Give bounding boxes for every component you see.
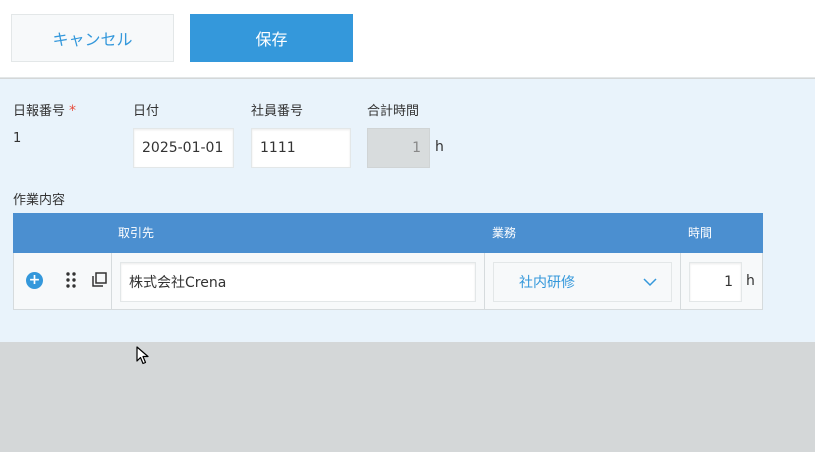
mouse-pointer-icon: [136, 346, 150, 366]
required-mark: *: [69, 103, 77, 119]
column-header-client: 取引先: [118, 226, 155, 240]
report-number-label: 日報番号 *: [13, 100, 76, 119]
toolbar: キャンセル 保存: [0, 0, 815, 78]
copy-row-icon[interactable]: [91, 271, 107, 287]
row-hours-unit: h: [746, 273, 755, 289]
cell-divider: [680, 253, 681, 309]
chevron-down-icon: [643, 275, 657, 289]
record-form: 日報番号* 1 日付 社員番号 合計時間 h 作業内容 取引先 業務 時間 +: [0, 79, 815, 342]
employee-number-label: 社員番号: [251, 104, 304, 119]
client-input[interactable]: [120, 262, 476, 302]
column-header-task: 業務: [492, 226, 517, 240]
date-label: 日付: [133, 104, 160, 119]
cell-divider: [111, 253, 112, 309]
employee-number-input[interactable]: [251, 128, 351, 168]
date-input[interactable]: [133, 128, 234, 168]
drag-handle-icon[interactable]: [64, 271, 78, 289]
total-hours-label: 合計時間: [367, 104, 420, 119]
column-header-hours: 時間: [688, 226, 713, 240]
add-row-icon[interactable]: +: [26, 272, 43, 289]
save-button[interactable]: 保存: [190, 14, 353, 62]
table-header: 取引先 業務 時間: [13, 213, 763, 253]
cell-divider: [484, 253, 485, 309]
work-table-label: 作業内容: [13, 193, 66, 208]
report-number-value: 1: [13, 131, 22, 146]
total-hours-unit: h: [435, 139, 444, 155]
total-hours-field: [367, 128, 430, 168]
row-tools: +: [14, 253, 111, 309]
table-row: + 社内研修: [13, 253, 763, 310]
task-select[interactable]: 社内研修: [493, 262, 672, 302]
cancel-button[interactable]: キャンセル: [11, 14, 174, 62]
row-hours-input[interactable]: [689, 262, 742, 302]
report-number-label-text: 日報番号: [13, 104, 66, 119]
task-select-value: 社内研修: [519, 275, 575, 291]
work-table: 取引先 業務 時間 + 株式会社Crena 社内研修 1 h: [13, 213, 763, 310]
